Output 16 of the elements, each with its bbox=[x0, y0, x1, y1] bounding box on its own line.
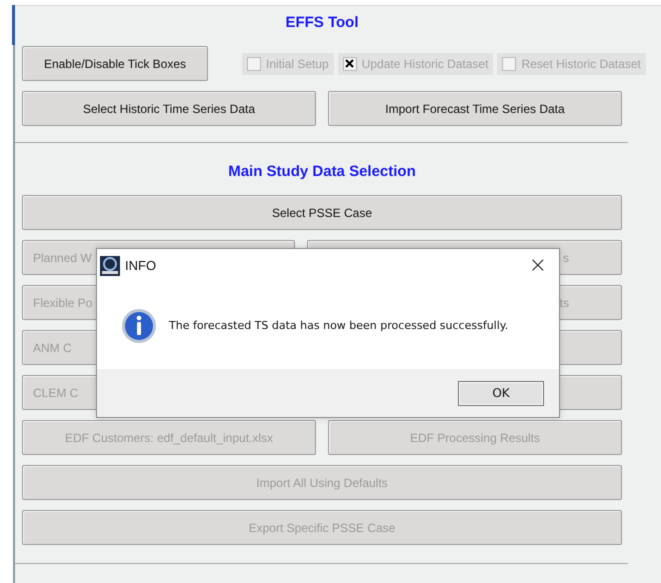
tool-title: EFFS Tool bbox=[284, 14, 360, 33]
app-icon bbox=[100, 256, 120, 276]
dialog-title: INFO bbox=[125, 258, 158, 273]
checkbox-label: Reset Historic Dataset bbox=[521, 56, 641, 70]
action-button[interactable]: Import Forecast Time Series Data bbox=[328, 91, 622, 126]
enable-disable-button[interactable]: Enable/Disable Tick Boxes bbox=[22, 46, 208, 81]
info-icon bbox=[121, 308, 157, 344]
check-icon bbox=[345, 59, 354, 68]
checkbox-label: Update Historic Dataset bbox=[362, 56, 488, 70]
action-button[interactable]: Select Historic Time Series Data bbox=[22, 91, 316, 126]
section-title: Main Study Data Selection bbox=[227, 163, 417, 182]
ok-button[interactable]: OK bbox=[458, 380, 544, 406]
info-message: The forecasted TS data has now been processed successfully. bbox=[169, 319, 508, 332]
checkbox-label: Initial Setup bbox=[266, 56, 329, 70]
close-button[interactable]: × bbox=[520, 254, 555, 276]
action-button[interactable]: Select PSSE Case bbox=[22, 195, 622, 230]
